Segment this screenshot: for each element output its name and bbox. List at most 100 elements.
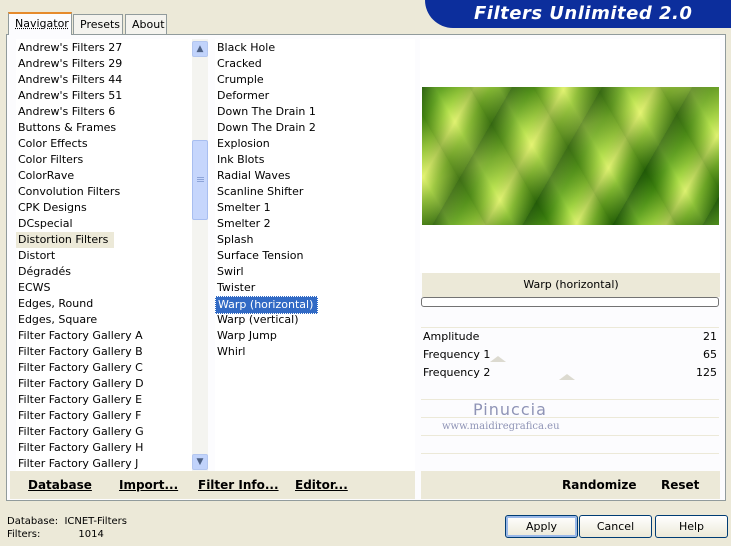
filter-list[interactable]: Black Hole Cracked Crumple Deformer Down The…	[215, 39, 415, 472]
watermark-url: www.maidiregrafica.eu	[442, 421, 560, 432]
list-item[interactable]: Distort	[16, 248, 192, 264]
slider-thumb-frequency-2[interactable]	[559, 374, 575, 380]
list-item-label: Scanline Shifter	[217, 185, 304, 198]
list-item-label: Warp Jump	[217, 329, 277, 342]
status-filters: Filters: 1014	[7, 529, 104, 540]
scroll-thumb[interactable]	[192, 140, 208, 220]
list-item[interactable]: Filter Factory Gallery F	[16, 408, 192, 424]
param-label: Frequency 2	[423, 366, 491, 379]
list-item-label: Filter Factory Gallery J	[18, 457, 139, 470]
list-item[interactable]: Filter Factory Gallery C	[16, 360, 192, 376]
list-item-label: Buttons & Frames	[18, 121, 117, 134]
list-item[interactable]: Surface Tension	[215, 248, 415, 264]
reset-button[interactable]: Reset	[661, 478, 699, 492]
list-item[interactable]: Smelter 2	[215, 216, 415, 232]
list-item[interactable]: Filter Factory Gallery H	[16, 440, 192, 456]
cancel-button[interactable]: Cancel	[579, 515, 652, 538]
list-item[interactable]: Cracked	[215, 56, 415, 72]
list-item[interactable]: Warp (horizontal)	[215, 296, 415, 314]
list-item-label: Twister	[217, 281, 256, 294]
list-item[interactable]: Edges, Square	[16, 312, 192, 328]
list-item[interactable]: ECWS	[16, 280, 192, 296]
list-item-label: Cracked	[217, 57, 262, 70]
list-item[interactable]: Andrew's Filters 51	[16, 88, 192, 104]
list-item-label: DCspecial	[18, 217, 73, 230]
param-value: 125	[696, 366, 717, 379]
randomize-button[interactable]: Randomize	[562, 478, 636, 492]
list-item[interactable]: Warp Jump	[215, 328, 415, 344]
list-item-label: Filter Factory Gallery D	[18, 377, 144, 390]
list-item[interactable]: Andrew's Filters 6	[16, 104, 192, 120]
list-item[interactable]: Filter Factory Gallery J	[16, 456, 192, 472]
param-value: 21	[703, 330, 717, 343]
import-button[interactable]: Import...	[119, 478, 178, 492]
list-item[interactable]: Convolution Filters	[16, 184, 192, 200]
filter-title: Warp (horizontal)	[422, 273, 720, 297]
list-item[interactable]: Down The Drain 2	[215, 120, 415, 136]
preview-image	[422, 87, 719, 225]
list-item[interactable]: Andrew's Filters 27	[16, 40, 192, 56]
list-item[interactable]: Distortion Filters	[16, 232, 192, 248]
list-item[interactable]: Color Effects	[16, 136, 192, 152]
list-item-label: Distort	[18, 249, 56, 262]
editor-button[interactable]: Editor...	[295, 478, 348, 492]
slider-thumb-frequency-1[interactable]	[490, 356, 506, 362]
list-item-label: Filter Factory Gallery A	[18, 329, 143, 342]
list-item[interactable]: Color Filters	[16, 152, 192, 168]
list-item[interactable]: Down The Drain 1	[215, 104, 415, 120]
list-item[interactable]: Filter Factory Gallery G	[16, 424, 192, 440]
param-row-empty	[421, 436, 719, 454]
tab-navigator[interactable]: Navigator	[8, 12, 72, 35]
list-item[interactable]: Andrew's Filters 44	[16, 72, 192, 88]
list-item[interactable]: Radial Waves	[215, 168, 415, 184]
list-item-label: Explosion	[217, 137, 270, 150]
list-item[interactable]: Filter Factory Gallery D	[16, 376, 192, 392]
help-button[interactable]: Help	[655, 515, 728, 538]
list-item-label: Distortion Filters	[16, 232, 115, 248]
list-item[interactable]: Andrew's Filters 29	[16, 56, 192, 72]
list-item[interactable]: Buttons & Frames	[16, 120, 192, 136]
list-item-label: CPK Designs	[18, 201, 87, 214]
param-row-empty	[421, 382, 719, 400]
list-item-label: ECWS	[18, 281, 51, 294]
list-item[interactable]: Dégradés	[16, 264, 192, 280]
database-button[interactable]: Database	[28, 478, 92, 492]
list-item[interactable]: Swirl	[215, 264, 415, 280]
param-frequency-1[interactable]: Frequency 1 65	[421, 346, 719, 365]
list-item[interactable]: Ink Blots	[215, 152, 415, 168]
list-item-label: Ink Blots	[217, 153, 265, 166]
list-item[interactable]: Explosion	[215, 136, 415, 152]
scroll-down-icon[interactable]: ▼	[192, 454, 208, 470]
list-item[interactable]: CPK Designs	[16, 200, 192, 216]
tab-presets[interactable]: Presets	[73, 14, 123, 34]
list-item-label: Black Hole	[217, 41, 276, 54]
list-item-label: Filter Factory Gallery B	[18, 345, 143, 358]
list-item[interactable]: Whirl	[215, 344, 415, 360]
list-item-label: Andrew's Filters 29	[18, 57, 123, 70]
list-item[interactable]: Crumple	[215, 72, 415, 88]
list-item[interactable]: Filter Factory Gallery A	[16, 328, 192, 344]
scroll-up-icon[interactable]: ▲	[192, 41, 208, 57]
param-label: Amplitude	[423, 330, 480, 343]
param-amplitude[interactable]: Amplitude 21	[421, 328, 719, 347]
list-item[interactable]: Splash	[215, 232, 415, 248]
category-scrollbar[interactable]: ▲ ▼	[192, 39, 208, 471]
list-item[interactable]: Filter Factory Gallery E	[16, 392, 192, 408]
list-item[interactable]: Deformer	[215, 88, 415, 104]
list-item[interactable]: Twister	[215, 280, 415, 296]
tab-about[interactable]: About	[125, 14, 167, 34]
list-item[interactable]: Black Hole	[215, 40, 415, 56]
list-item-label: Splash	[217, 233, 254, 246]
list-item[interactable]: DCspecial	[16, 216, 192, 232]
category-list[interactable]: Andrew's Filters 27 Andrew's Filters 29 An…	[16, 39, 192, 472]
list-item[interactable]: ColorRave	[16, 168, 192, 184]
apply-button[interactable]: Apply	[505, 515, 578, 538]
list-item[interactable]: Smelter 1	[215, 200, 415, 216]
list-item[interactable]: Scanline Shifter	[215, 184, 415, 200]
list-item[interactable]: Edges, Round	[16, 296, 192, 312]
list-item-label: Swirl	[217, 265, 244, 278]
list-item-label: Andrew's Filters 51	[18, 89, 123, 102]
list-item[interactable]: Warp (vertical)	[215, 312, 415, 328]
list-item[interactable]: Filter Factory Gallery B	[16, 344, 192, 360]
filter-info-button[interactable]: Filter Info...	[198, 478, 279, 492]
